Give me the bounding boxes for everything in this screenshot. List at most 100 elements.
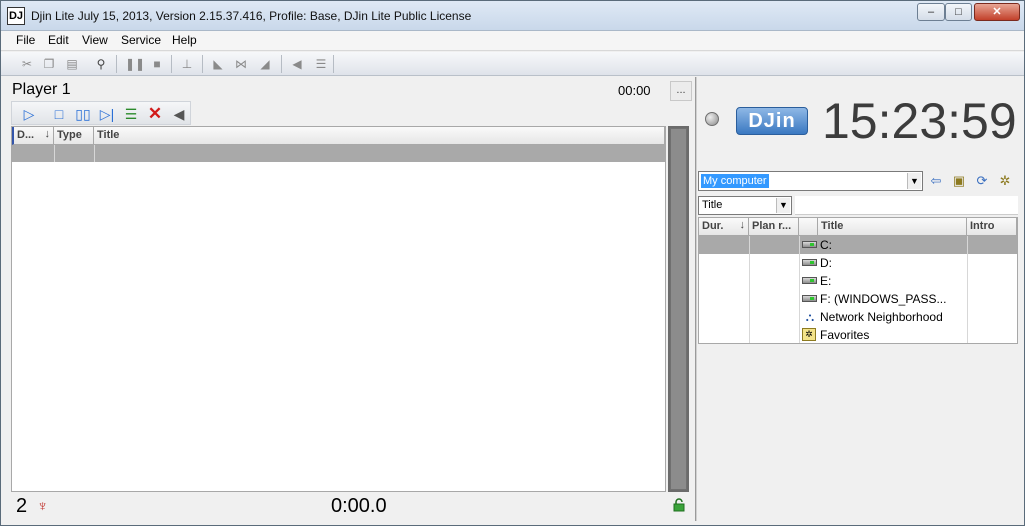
favorites-icon: ✲ bbox=[802, 328, 818, 342]
sort-arrow-icon: ↓ bbox=[739, 219, 746, 231]
playlist-grid[interactable]: D... ↓ Type Title bbox=[11, 126, 666, 492]
menu-file[interactable]: File bbox=[14, 33, 37, 47]
folder-up-icon[interactable]: ▣ bbox=[949, 172, 969, 190]
player-status-bar: 2 ♆ 0:00.0 bbox=[9, 495, 692, 519]
stack-icon[interactable]: ☰ bbox=[122, 105, 140, 123]
fade-cross-icon[interactable]: ⋈ bbox=[233, 56, 249, 72]
column-duration[interactable]: D... ↓ bbox=[12, 127, 54, 145]
player-controls: ▷ □ ▯▯ ▷| ☰ ✕ ◀ bbox=[11, 101, 191, 125]
column-separator bbox=[967, 236, 968, 343]
volume-icon[interactable]: ◀ bbox=[289, 56, 305, 72]
file-browser-grid[interactable]: Dur. ↓ Plan r... Title Intro C: D: E: F:… bbox=[698, 217, 1018, 344]
list-item[interactable]: C: bbox=[699, 236, 1017, 254]
pause-all-icon[interactable]: ❚❚ bbox=[125, 56, 145, 72]
toolbar-separator bbox=[116, 55, 117, 73]
column-intro[interactable]: Intro bbox=[967, 218, 1017, 236]
player-time: 00:00 bbox=[618, 83, 651, 98]
player-title: Player 1 bbox=[12, 81, 71, 98]
sort-select[interactable]: Title ▼ bbox=[698, 196, 792, 215]
item-label: F: (WINDOWS_PASS... bbox=[820, 292, 947, 306]
path-value: My computer bbox=[701, 174, 769, 188]
menu-edit[interactable]: Edit bbox=[46, 33, 71, 47]
column-duration[interactable]: Dur. ↓ bbox=[699, 218, 749, 236]
track-count: 2 bbox=[16, 495, 28, 517]
browser-panel: DJin 15:23:59 My computer ▼ ⇦ ▣ ⟳ ✲ Titl… bbox=[697, 79, 1022, 519]
back-icon[interactable]: ⇦ bbox=[926, 172, 946, 190]
menu-bar: File Edit View Service Help bbox=[1, 31, 1024, 51]
list-item[interactable]: ⛬ Network Neighborhood bbox=[699, 308, 1017, 326]
chevron-down-icon[interactable]: ▼ bbox=[776, 198, 790, 213]
delete-icon[interactable]: ✕ bbox=[146, 105, 164, 123]
minimize-button[interactable]: – bbox=[917, 3, 945, 21]
sort-value: Title bbox=[702, 199, 723, 211]
column-title[interactable]: Title bbox=[94, 127, 665, 145]
close-button[interactable]: ✕ bbox=[974, 3, 1020, 21]
fade-in-icon[interactable]: ◣ bbox=[210, 56, 226, 72]
toolbar-separator bbox=[333, 55, 334, 73]
column-title[interactable]: Title bbox=[818, 218, 967, 236]
stop-icon[interactable]: □ bbox=[50, 105, 68, 123]
cut-icon[interactable]: ✂ bbox=[19, 56, 35, 72]
drive-icon bbox=[802, 274, 818, 288]
column-icon[interactable] bbox=[799, 218, 818, 236]
player-timer: 0:00.0 bbox=[331, 495, 387, 517]
item-label: E: bbox=[820, 274, 832, 288]
copy-icon[interactable]: ❐ bbox=[41, 56, 57, 72]
column-separator bbox=[749, 236, 750, 343]
toolbar-separator bbox=[281, 55, 282, 73]
filter-input[interactable] bbox=[795, 196, 1018, 215]
metronome-icon[interactable]: ♆ bbox=[37, 498, 48, 515]
list-icon[interactable]: ☰ bbox=[313, 56, 329, 72]
column-plan[interactable]: Plan r... bbox=[749, 218, 799, 236]
pause-icon[interactable]: ▯▯ bbox=[74, 105, 92, 123]
app-icon[interactable]: DJ bbox=[7, 7, 25, 25]
menu-service[interactable]: Service bbox=[119, 33, 163, 47]
column-type[interactable]: Type bbox=[54, 127, 94, 145]
window-title: Djin Lite July 15, 2013, Version 2.15.37… bbox=[31, 9, 472, 23]
item-label: D: bbox=[820, 256, 832, 270]
find-icon[interactable]: ⚲ bbox=[93, 56, 109, 72]
list-item[interactable]: D: bbox=[699, 254, 1017, 272]
title-bar[interactable]: DJ Djin Lite July 15, 2013, Version 2.15… bbox=[1, 1, 1024, 31]
next-icon[interactable]: ▷| bbox=[98, 105, 116, 123]
main-window: DJ Djin Lite July 15, 2013, Version 2.15… bbox=[0, 0, 1025, 526]
underline-icon[interactable]: ⊥ bbox=[179, 56, 195, 72]
item-label: Favorites bbox=[820, 328, 870, 342]
main-toolbar: ✂ ❐ ▤ ⚲ ❚❚ ■ ⊥ ◣ ⋈ ◢ ◀ ☰ bbox=[1, 52, 1024, 76]
menu-view[interactable]: View bbox=[80, 33, 110, 47]
drive-icon bbox=[802, 292, 818, 306]
player-more-button[interactable]: ... bbox=[670, 81, 692, 101]
path-select[interactable]: My computer ▼ bbox=[698, 171, 923, 191]
status-led bbox=[705, 112, 719, 126]
stop-all-icon[interactable]: ■ bbox=[149, 56, 165, 72]
list-item[interactable]: E: bbox=[699, 272, 1017, 290]
maximize-button[interactable]: □ bbox=[945, 3, 972, 21]
toolbar-separator bbox=[171, 55, 172, 73]
djin-logo: DJin bbox=[736, 107, 808, 135]
table-row[interactable] bbox=[12, 145, 665, 162]
clock: 15:23:59 bbox=[822, 93, 1017, 149]
vertical-scrollbar[interactable] bbox=[668, 126, 689, 492]
favorites-icon[interactable]: ✲ bbox=[995, 172, 1015, 190]
column-separator bbox=[799, 236, 800, 343]
chevron-down-icon[interactable]: ▼ bbox=[907, 173, 921, 189]
list-item[interactable]: ✲ Favorites bbox=[699, 326, 1017, 344]
scroll-thumb[interactable] bbox=[670, 128, 687, 490]
column-separator bbox=[94, 145, 95, 162]
unlock-icon[interactable] bbox=[672, 498, 686, 512]
item-label: C: bbox=[820, 238, 832, 252]
drive-icon bbox=[802, 256, 818, 270]
fade-out-icon[interactable]: ◢ bbox=[257, 56, 273, 72]
column-separator bbox=[54, 145, 55, 162]
play-icon[interactable]: ▷ bbox=[20, 105, 38, 123]
drive-icon bbox=[802, 238, 818, 252]
network-icon: ⛬ bbox=[805, 310, 815, 324]
sort-arrow-icon: ↓ bbox=[44, 128, 51, 140]
refresh-icon[interactable]: ⟳ bbox=[972, 172, 992, 190]
toolbar-separator bbox=[202, 55, 203, 73]
paste-icon[interactable]: ▤ bbox=[64, 56, 80, 72]
list-item[interactable]: F: (WINDOWS_PASS... bbox=[699, 290, 1017, 308]
volume-icon[interactable]: ◀ bbox=[170, 105, 188, 123]
menu-help[interactable]: Help bbox=[170, 33, 199, 47]
player-panel: Player 1 00:00 ... ▷ □ ▯▯ ▷| ☰ ✕ ◀ D... … bbox=[9, 79, 694, 519]
